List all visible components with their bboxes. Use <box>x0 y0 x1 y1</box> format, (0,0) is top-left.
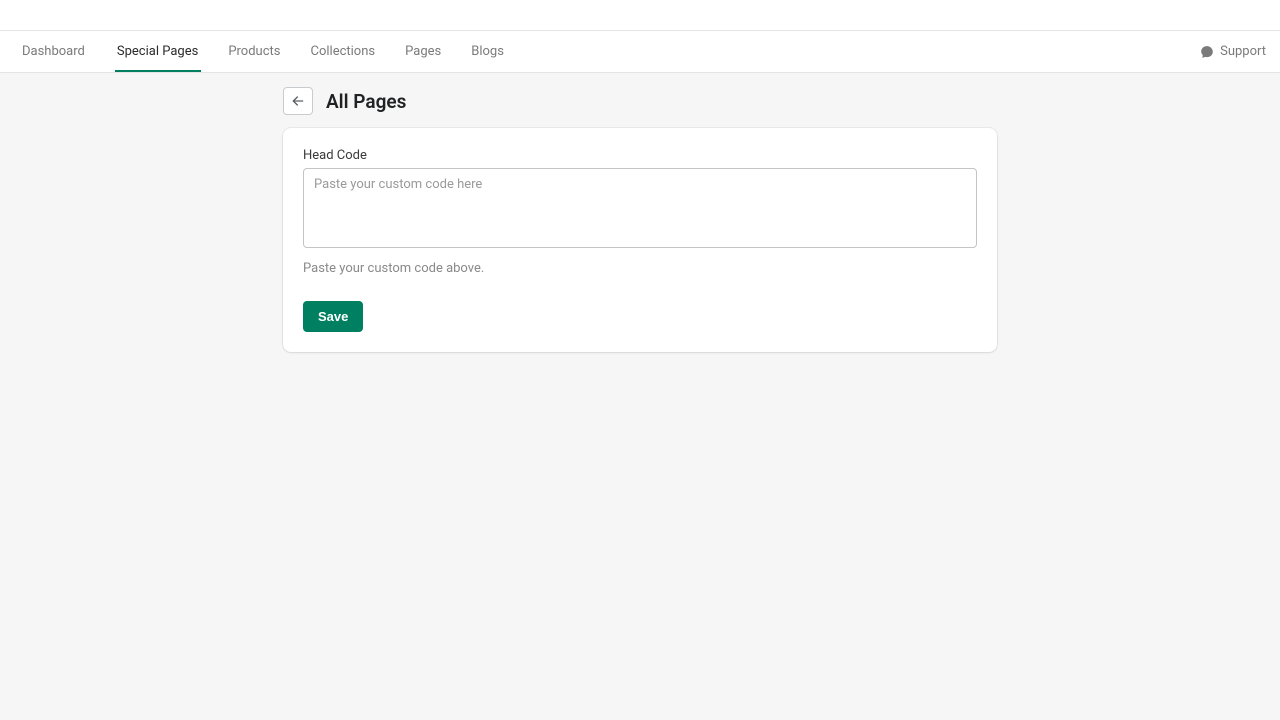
tab-special-pages[interactable]: Special Pages <box>102 31 213 72</box>
tab-label: Dashboard <box>22 44 85 59</box>
page-header: All Pages <box>283 87 997 115</box>
head-code-help: Paste your custom code above. <box>303 261 977 276</box>
head-code-card: Head Code Paste your custom code above. … <box>283 128 997 352</box>
top-spacer <box>0 0 1280 31</box>
head-code-textarea[interactable] <box>303 168 977 248</box>
back-button[interactable] <box>283 87 313 115</box>
tab-label: Pages <box>405 44 441 59</box>
arrow-left-icon <box>290 93 306 109</box>
tab-products[interactable]: Products <box>213 31 295 72</box>
nav-bar: Dashboard Special Pages Products Collect… <box>0 31 1280 73</box>
chat-icon <box>1200 45 1214 59</box>
tab-label: Special Pages <box>117 44 198 59</box>
tab-label: Blogs <box>471 44 504 59</box>
tab-pages[interactable]: Pages <box>390 31 456 72</box>
save-button[interactable]: Save <box>303 301 363 332</box>
support-link[interactable]: Support <box>1200 44 1266 59</box>
page-title: All Pages <box>326 90 406 113</box>
head-code-label: Head Code <box>303 148 977 163</box>
tab-label: Collections <box>311 44 376 59</box>
support-label: Support <box>1220 44 1266 59</box>
content-wrap: All Pages Head Code Paste your custom co… <box>283 87 997 352</box>
tab-collections[interactable]: Collections <box>296 31 391 72</box>
tab-label: Products <box>228 44 280 59</box>
page-body: All Pages Head Code Paste your custom co… <box>0 73 1280 720</box>
tab-dashboard[interactable]: Dashboard <box>0 31 102 72</box>
nav-tabs: Dashboard Special Pages Products Collect… <box>0 31 519 72</box>
tab-blogs[interactable]: Blogs <box>456 31 519 72</box>
